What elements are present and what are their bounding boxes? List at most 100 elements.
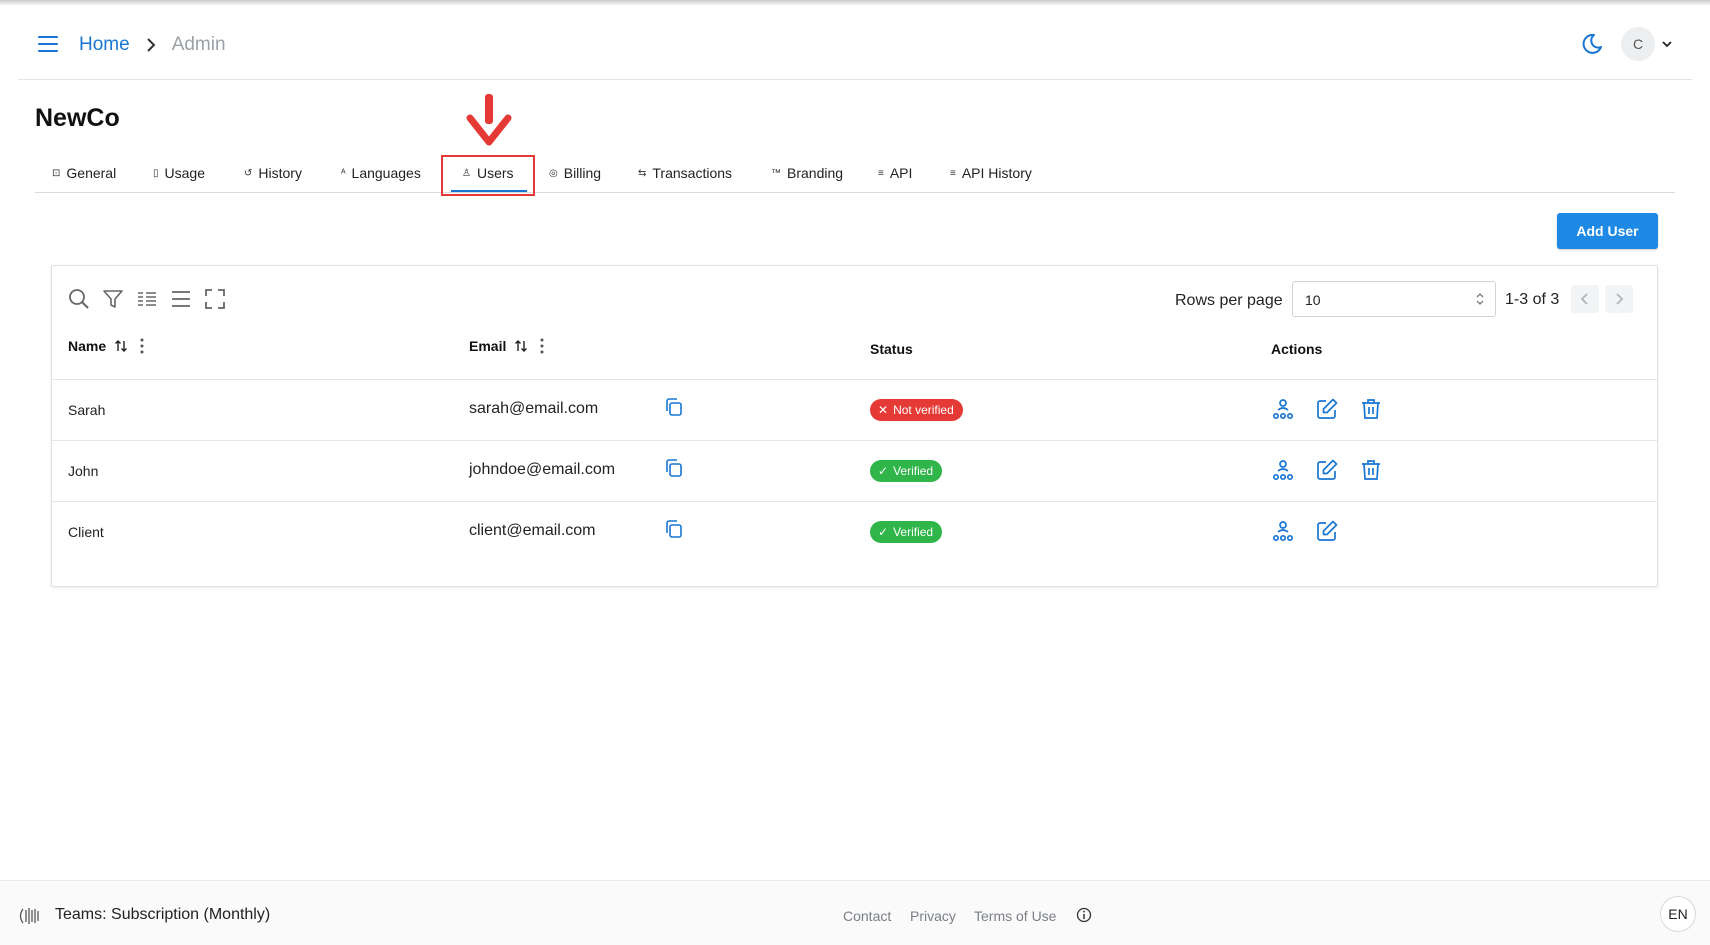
usage-icon: ▯ bbox=[153, 167, 159, 179]
annotation-highlight-box bbox=[441, 155, 535, 196]
columns-icon[interactable] bbox=[136, 288, 158, 310]
api-icon: ≡ bbox=[878, 167, 884, 179]
brand-logo-icon bbox=[19, 908, 39, 924]
column-header-label: Status bbox=[870, 341, 913, 357]
rows-per-page-select[interactable]: 10 bbox=[1292, 281, 1496, 317]
api-history-icon: ≡ bbox=[950, 167, 956, 179]
breadcrumb: Home Admin bbox=[79, 34, 226, 56]
next-page-button[interactable] bbox=[1605, 285, 1633, 313]
column-header-label: Email bbox=[469, 338, 507, 354]
transactions-icon: ⇆ bbox=[638, 167, 647, 179]
column-header-actions: Actions bbox=[1271, 341, 1322, 357]
tab-languages[interactable]: ᴬ Languages bbox=[341, 165, 421, 181]
billing-icon: ◎ bbox=[549, 167, 558, 179]
chevron-left-icon bbox=[1580, 293, 1588, 305]
sort-icon[interactable] bbox=[514, 339, 528, 353]
table-row: Client client@email.com ✓ Verified bbox=[52, 502, 1657, 563]
page-title: NewCo bbox=[35, 104, 120, 132]
team-hierarchy-icon[interactable] bbox=[1271, 458, 1295, 482]
edit-icon[interactable] bbox=[1315, 397, 1339, 421]
tab-api-history[interactable]: ≡ API History bbox=[950, 165, 1032, 181]
contact-link[interactable]: Contact bbox=[843, 908, 891, 924]
tab-history[interactable]: ↺ History bbox=[244, 165, 302, 181]
delete-trash-icon[interactable] bbox=[1359, 397, 1383, 421]
user-name: Sarah bbox=[68, 402, 106, 418]
fullscreen-icon[interactable] bbox=[204, 288, 226, 310]
tab-label: Billing bbox=[563, 165, 602, 181]
tab-transactions[interactable]: ⇆ Transactions bbox=[638, 165, 732, 181]
tab-usage[interactable]: ▯ Usage bbox=[153, 165, 205, 181]
tab-branding[interactable]: ™ Branding bbox=[771, 165, 843, 181]
edit-icon[interactable] bbox=[1315, 458, 1339, 482]
edit-icon[interactable] bbox=[1315, 519, 1339, 543]
team-hierarchy-icon[interactable] bbox=[1271, 519, 1295, 543]
column-header-label: Actions bbox=[1271, 341, 1323, 357]
density-icon[interactable] bbox=[170, 288, 192, 310]
previous-page-button[interactable] bbox=[1571, 285, 1599, 313]
updown-chevron-icon bbox=[1476, 293, 1484, 305]
close-icon: ✕ bbox=[878, 403, 889, 417]
rows-per-page-value: 10 bbox=[1305, 292, 1321, 308]
column-header-name[interactable]: Name bbox=[68, 338, 144, 354]
copy-icon[interactable] bbox=[664, 397, 684, 417]
history-icon: ↺ bbox=[244, 167, 253, 179]
status-text: Verified bbox=[893, 464, 934, 478]
branding-icon: ™ bbox=[771, 167, 781, 179]
user-email: client@email.com bbox=[469, 522, 596, 539]
add-user-button[interactable]: Add User bbox=[1557, 213, 1658, 249]
dark-mode-moon-icon[interactable] bbox=[1580, 32, 1604, 56]
menu-icon[interactable] bbox=[38, 36, 58, 52]
tab-label: General bbox=[66, 165, 117, 181]
rows-per-page-label: Rows per page bbox=[1175, 292, 1283, 309]
status-text: Not verified bbox=[893, 403, 954, 417]
tab-label: API History bbox=[961, 165, 1032, 181]
tab-bar: ⊡ General ▯ Usage ↺ History ᴬ Languages ♙ Use… bbox=[35, 157, 1675, 193]
pagination-info: 1-3 of 3 bbox=[1505, 291, 1560, 308]
tab-label: Branding bbox=[787, 165, 844, 181]
chevron-right-icon bbox=[146, 38, 156, 52]
info-icon[interactable] bbox=[1076, 907, 1092, 923]
breadcrumb-current: Admin bbox=[171, 34, 226, 55]
copy-icon[interactable] bbox=[664, 519, 684, 539]
subscription-plan: Teams: Subscription (Monthly) bbox=[55, 906, 271, 923]
users-table: Rows per page 10 1-3 of 3 Name Email Sta… bbox=[51, 265, 1658, 587]
delete-trash-icon[interactable] bbox=[1359, 458, 1383, 482]
breadcrumb-home[interactable]: Home bbox=[79, 34, 130, 56]
check-icon: ✓ bbox=[878, 525, 889, 539]
tab-api[interactable]: ≡ API bbox=[878, 165, 912, 181]
top-shadow bbox=[0, 0, 1710, 6]
sort-icon[interactable] bbox=[114, 339, 128, 353]
column-header-email[interactable]: Email bbox=[469, 338, 544, 354]
table-row: Sarah sarah@email.com ✕ Not verified bbox=[52, 380, 1657, 441]
user-name: Client bbox=[68, 524, 104, 540]
check-icon: ✓ bbox=[878, 464, 889, 478]
privacy-link[interactable]: Privacy bbox=[910, 908, 956, 924]
tab-label: Usage bbox=[164, 165, 205, 181]
top-bar: Home Admin C bbox=[18, 8, 1692, 80]
team-hierarchy-icon[interactable] bbox=[1271, 397, 1295, 421]
column-menu-icon[interactable] bbox=[140, 338, 144, 354]
tab-label: History bbox=[258, 165, 302, 181]
terms-of-use-link[interactable]: Terms of Use bbox=[974, 908, 1056, 924]
tab-label: Languages bbox=[351, 165, 421, 181]
column-menu-icon[interactable] bbox=[540, 338, 544, 354]
chevron-right-icon bbox=[1616, 293, 1624, 305]
annotation-arrow-icon bbox=[466, 94, 512, 146]
account-menu[interactable]: C bbox=[1621, 27, 1673, 61]
chevron-down-icon[interactable] bbox=[1661, 38, 1673, 50]
general-icon: ⊡ bbox=[52, 167, 61, 179]
search-icon[interactable] bbox=[68, 288, 90, 310]
avatar[interactable]: C bbox=[1621, 27, 1655, 61]
language-selector[interactable]: EN bbox=[1660, 896, 1696, 932]
user-name: John bbox=[68, 463, 99, 479]
user-email: johndoe@email.com bbox=[469, 461, 616, 478]
table-row: John johndoe@email.com ✓ Verified bbox=[52, 441, 1657, 502]
tab-billing[interactable]: ◎ Billing bbox=[549, 165, 601, 181]
tab-general[interactable]: ⊡ General bbox=[52, 165, 116, 181]
copy-icon[interactable] bbox=[664, 458, 684, 478]
tab-label: Transactions bbox=[652, 165, 733, 181]
status-text: Verified bbox=[893, 525, 934, 539]
filter-icon[interactable] bbox=[102, 288, 124, 310]
tab-label: API bbox=[889, 165, 913, 181]
column-header-label: Name bbox=[68, 338, 107, 354]
